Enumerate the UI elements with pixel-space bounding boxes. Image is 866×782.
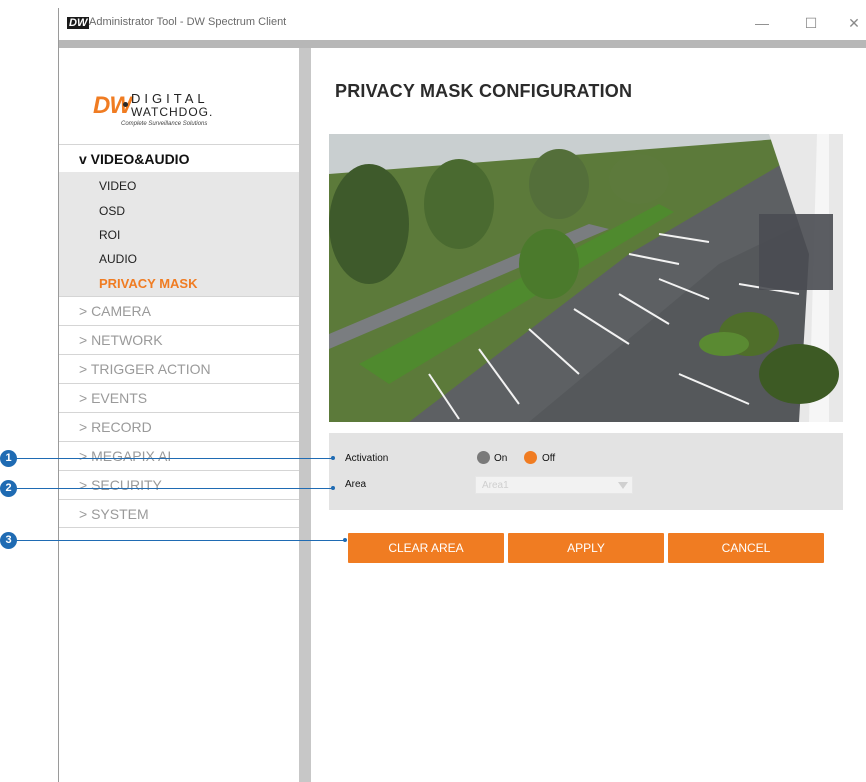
window-title: Administrator Tool - DW Spectrum Client: [89, 16, 287, 28]
page-title: PRIVACY MASK CONFIGURATION: [335, 81, 633, 101]
area-select[interactable]: Area1: [475, 476, 633, 494]
privacy-mask-area: [759, 214, 833, 290]
settings-panel: Activation On Off Area Area1: [329, 433, 843, 510]
main-panel: PRIVACY MASK CONFIGURATION Activation On…: [311, 48, 866, 782]
radio-off-label: Off: [542, 453, 556, 464]
title-separator: [59, 40, 866, 48]
callout-3: 3: [0, 532, 17, 549]
nav-item-security[interactable]: > SECURITY: [59, 470, 299, 499]
screenshot: DW Administrator Tool - DW Spectrum Clie…: [0, 0, 866, 782]
title-bar: DW Administrator Tool - DW Spectrum Clie…: [59, 8, 866, 40]
sidebar: DW DIGITAL WATCHDOG. Complete Surveillan…: [59, 48, 299, 782]
area-select-value: Area1: [482, 480, 509, 491]
close-icon[interactable]: ✕: [839, 12, 866, 34]
nav-section-video-audio[interactable]: v VIDEO&AUDIO: [59, 144, 299, 172]
logo-watchdog: WATCHDOG.: [131, 105, 214, 119]
subnav-item-audio[interactable]: AUDIO: [99, 247, 137, 272]
radio-on-label: On: [494, 453, 508, 464]
app-logo-icon: DW: [67, 17, 90, 29]
minimize-icon[interactable]: —: [747, 12, 777, 34]
subnav-item-video[interactable]: VIDEO: [99, 174, 136, 199]
app-window: DW Administrator Tool - DW Spectrum Clie…: [58, 8, 866, 782]
nav-item-camera[interactable]: > CAMERA: [59, 296, 299, 325]
nav-divider: [59, 527, 299, 528]
callout-line-3: [16, 540, 346, 541]
nav-item-trigger-action[interactable]: > TRIGGER ACTION: [59, 354, 299, 383]
subnav-item-osd[interactable]: OSD: [99, 199, 125, 224]
logo-dot: [123, 102, 128, 107]
callout-line-1: [16, 458, 334, 459]
callout-1: 1: [0, 450, 17, 467]
callout-end-3: [343, 538, 347, 542]
maximize-icon[interactable]: ☐: [796, 12, 826, 34]
subnav-item-roi[interactable]: ROI: [99, 223, 120, 248]
callout-end-1: [331, 456, 335, 460]
callout-end-2: [331, 486, 335, 490]
panel-divider[interactable]: [299, 48, 311, 782]
subnav-item-privacy-mask[interactable]: PRIVACY MASK: [99, 271, 197, 296]
cancel-button[interactable]: CANCEL: [668, 533, 824, 563]
clear-area-button[interactable]: CLEAR AREA: [348, 533, 504, 563]
callout-2: 2: [0, 480, 17, 497]
subnav: VIDEO OSD ROI AUDIO PRIVACY MASK: [59, 172, 299, 296]
apply-button[interactable]: APPLY: [508, 533, 664, 563]
nav-item-megapix-ai[interactable]: > MEGAPIX AI: [59, 441, 299, 470]
activation-label: Activation: [345, 453, 389, 464]
nav-item-events[interactable]: > EVENTS: [59, 383, 299, 412]
chevron-down-icon: [618, 482, 628, 489]
radio-on[interactable]: [477, 451, 490, 464]
camera-preview[interactable]: [329, 134, 843, 422]
brand-logo: DW DIGITAL WATCHDOG. Complete Surveillan…: [93, 90, 263, 138]
area-label: Area: [345, 479, 367, 490]
logo-digital: DIGITAL: [131, 91, 209, 106]
nav-item-network[interactable]: > NETWORK: [59, 325, 299, 354]
nav-item-record[interactable]: > RECORD: [59, 412, 299, 441]
logo-tagline: Complete Surveillance Solutions: [121, 121, 208, 127]
callout-line-2: [16, 488, 334, 489]
camera-scene: [329, 134, 843, 422]
nav-item-system[interactable]: > SYSTEM: [59, 499, 299, 528]
radio-off[interactable]: [524, 451, 537, 464]
